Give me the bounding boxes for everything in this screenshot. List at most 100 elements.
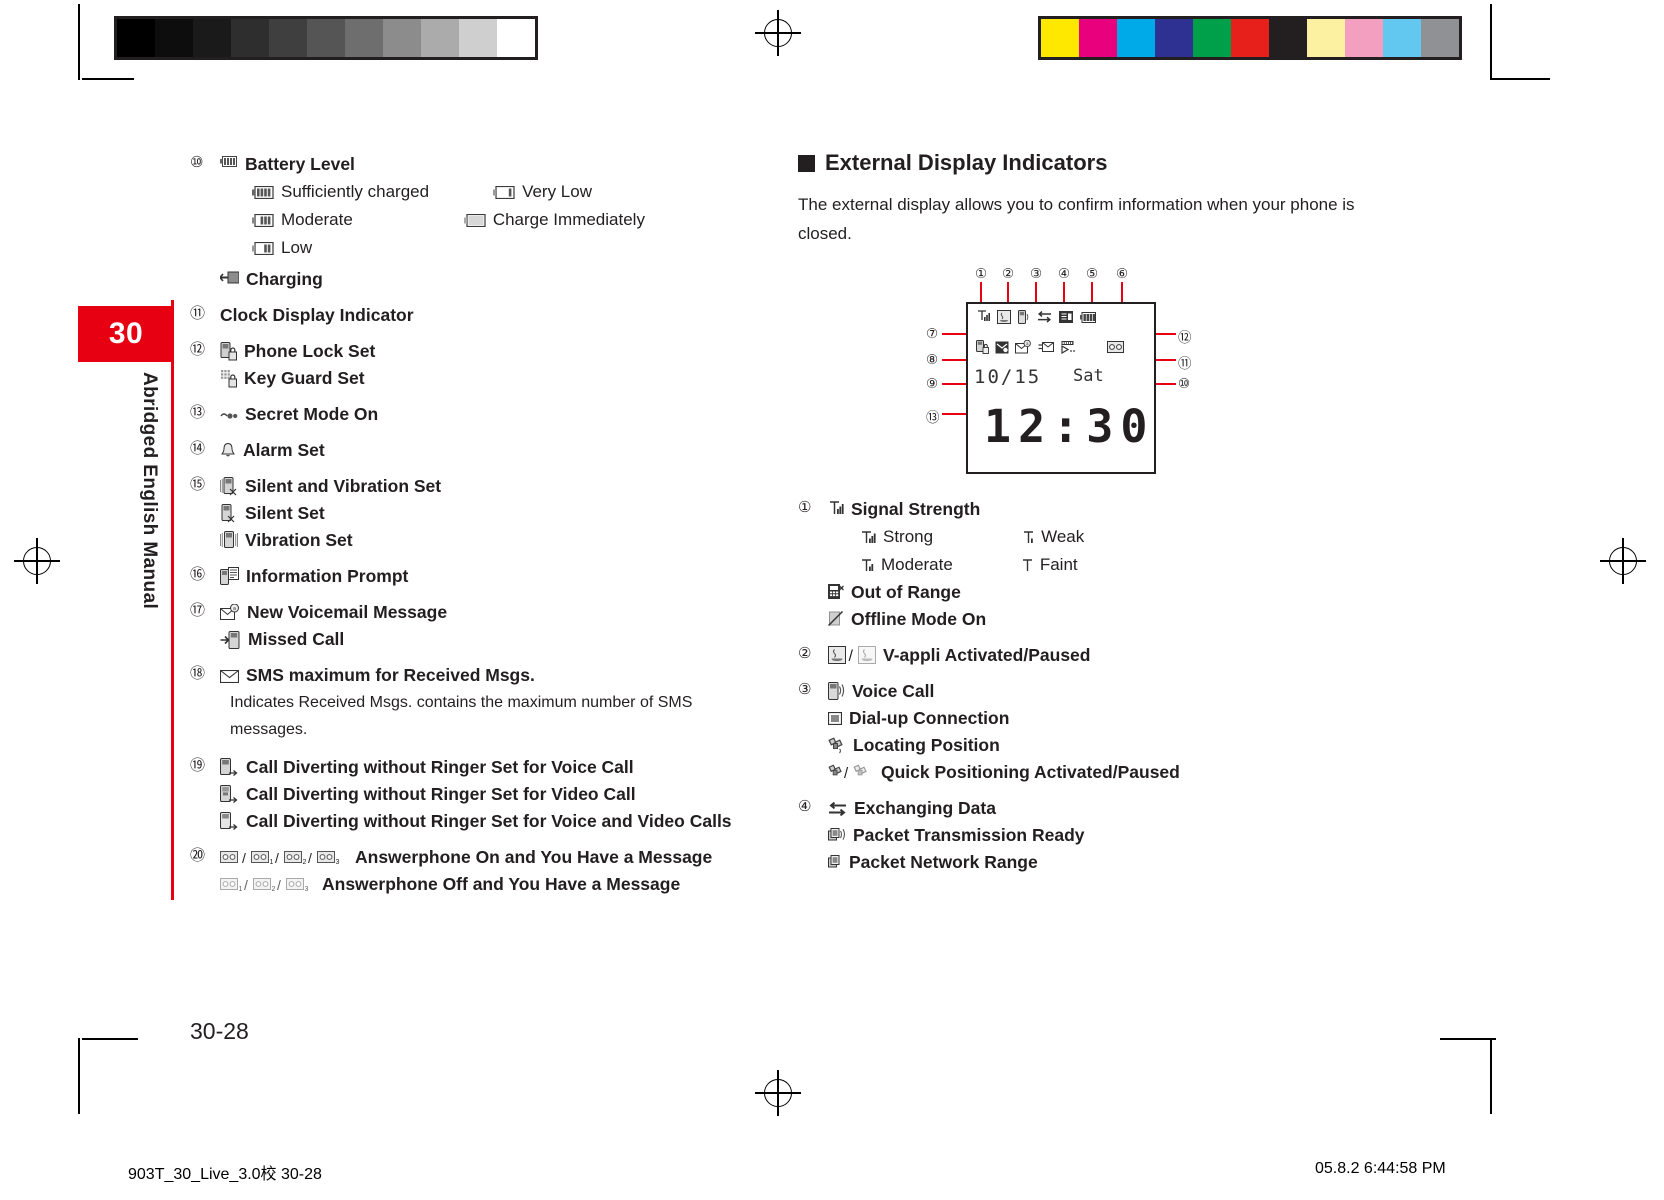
gray-swatch: [459, 19, 497, 57]
list-item: Low: [252, 236, 760, 260]
signal-moderate-label: Moderate: [881, 555, 953, 574]
svg-text:2: 2: [272, 886, 276, 893]
crop-mark-tr-v: [1490, 4, 1492, 80]
list-item: ⑰ a New Voicemail Message: [190, 600, 760, 624]
answerphone-off-icons: 1 / 2 / 3: [220, 877, 315, 893]
display-date: 10/15: [974, 366, 1042, 388]
battery-moderate-label: Moderate: [281, 210, 353, 229]
item-label: Packet Network Range: [849, 852, 1038, 872]
gray-swatch: [117, 19, 155, 57]
gray-swatch: [269, 19, 307, 57]
item-label: Battery Level: [245, 154, 355, 174]
information-prompt-icon: [1059, 311, 1073, 323]
color-swatch: [1079, 19, 1117, 57]
list-item: Offline Mode On: [828, 607, 1398, 631]
callout-9: ⑨: [926, 376, 939, 391]
registration-mark-right: [1600, 538, 1646, 584]
list-item: Key Guard Set: [220, 366, 760, 390]
svg-text:/: /: [308, 850, 312, 866]
item-label: Clock Display Indicator: [220, 305, 414, 325]
key-guard-icon: [220, 369, 237, 388]
crop-mark-tl-v: [78, 4, 80, 56]
item-number: ①: [798, 499, 812, 516]
sms-message-icon: [1038, 340, 1055, 354]
list-item: Dial-up Connection: [828, 706, 1398, 730]
list-item: ⑳ / 1 / 2 / 3 Answerphone On and You Hav…: [190, 845, 760, 869]
color-swatch: [1117, 19, 1155, 57]
item-number: ⑰: [190, 602, 206, 619]
item-number: ⑩: [190, 154, 204, 171]
callout-5: ⑤: [1086, 266, 1099, 281]
item-label: Call Diverting without Ringer Set for Vi…: [246, 784, 636, 804]
footer-left: 903T_30_Live_3.0校 30-28: [128, 1166, 322, 1183]
list-item: ⑮ Silent and Vibration Set: [190, 474, 760, 498]
item-number: ④: [798, 798, 812, 815]
list-item: Vibration Set: [220, 528, 760, 552]
list-item: Packet Network Range: [828, 850, 1398, 874]
signal-faint-label: Faint: [1039, 555, 1078, 574]
crop-mark-br-v: [1490, 1038, 1492, 1114]
list-item: Out of Range: [828, 580, 1398, 604]
crop-mark-br-h: [1440, 1038, 1496, 1040]
item-label: Vibration Set: [245, 530, 353, 550]
section-bullet-icon: [798, 154, 815, 172]
list-item: ④ Exchanging Data: [798, 796, 1398, 820]
list-item: ⑲ Call Diverting without Ringer Set for …: [190, 755, 760, 779]
section-heading: External Display Indicators: [798, 150, 1398, 176]
item-label: Signal Strength: [851, 499, 981, 519]
callout-8: ⑧: [926, 352, 939, 367]
list-item: Charging: [220, 267, 760, 291]
color-swatch: [1269, 19, 1307, 57]
list-item: ⑪ Clock Display Indicator: [190, 303, 760, 327]
item-label: Dial-up Connection: [849, 708, 1010, 728]
charging-label: Charging: [246, 269, 323, 289]
item-number: ⑮: [190, 476, 206, 493]
callout-10: ⑩: [1178, 376, 1191, 391]
gray-swatch: [307, 19, 345, 57]
battery-full-icon: [252, 186, 274, 199]
list-item: Sufficiently charged Very Low: [252, 180, 760, 204]
svg-text:2: 2: [303, 859, 307, 866]
item-label: Answerphone On and You Have a Message: [355, 847, 713, 867]
new-voicemail-icon: a: [220, 604, 240, 621]
svg-text:3: 3: [305, 886, 309, 893]
item-note: Indicates Received Msgs. contains the ma…: [230, 694, 693, 738]
svg-text:/: /: [275, 850, 279, 866]
signal-strength-icon: [828, 501, 844, 517]
callout-4: ④: [1058, 266, 1071, 281]
color-swatch: [1383, 19, 1421, 57]
crop-mark-tr-h: [1490, 78, 1550, 80]
list-item: / Quick Positioning Activated/Paused: [828, 760, 1398, 784]
item-label: Packet Transmission Ready: [853, 825, 1085, 845]
item-label: Alarm Set: [243, 440, 325, 460]
list-item: ⑯ Information Prompt: [190, 564, 760, 588]
item-number: ⑳: [190, 847, 206, 864]
callout-7: ⑦: [926, 326, 939, 341]
item-label: Silent Set: [245, 503, 325, 523]
status-row-second: a: [976, 340, 1124, 354]
item-number: ⑪: [190, 305, 206, 322]
battery-full-label: Sufficiently charged: [281, 182, 430, 201]
item-label: Call Diverting without Ringer Set for Vo…: [246, 811, 732, 831]
quick-positioning-icons: /: [828, 764, 874, 781]
divert-video-icon: [220, 785, 239, 804]
signal-sublist: Strong Weak Moderate Faint: [860, 525, 1398, 577]
list-item: ② / V-appli Activated/Paused: [798, 643, 1398, 667]
battery-sublist: Sufficiently charged Very Low Moderate C…: [252, 180, 760, 260]
callout-11: ⑪: [1178, 356, 1192, 371]
item-label: Silent and Vibration Set: [245, 476, 442, 496]
svg-text:1: 1: [239, 886, 243, 893]
offline-mode-icon: [828, 611, 844, 626]
item-label: Locating Position: [853, 735, 1000, 755]
alarm-bell-icon: [220, 442, 236, 458]
svg-text:3: 3: [336, 859, 340, 866]
item-number: ⑭: [190, 440, 206, 457]
svg-text:a: a: [233, 606, 236, 612]
item-label: New Voicemail Message: [247, 602, 448, 622]
color-swatch: [1345, 19, 1383, 57]
display-day: Sat: [1073, 366, 1104, 386]
silent-vibration-icon: [220, 477, 238, 496]
crop-mark-tl-v2: [78, 56, 80, 80]
status-row-top: [976, 310, 1096, 324]
list-item: ⑬ Secret Mode On: [190, 402, 760, 426]
